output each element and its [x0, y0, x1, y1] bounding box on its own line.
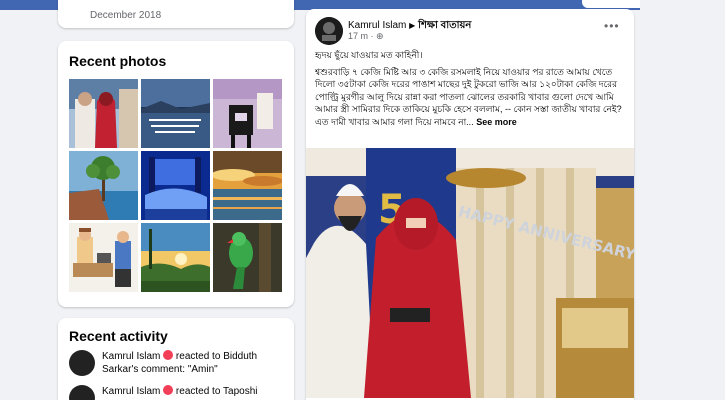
photo-grid	[69, 79, 282, 292]
post-card: Kamrul Islam ▶ শিক্ষা বাতায়ন 17 m · ⊕ •…	[306, 9, 634, 400]
lake-quote-photo[interactable]	[141, 79, 210, 148]
activity-text: Kamrul Islam reacted to Bidduth Sarkar's…	[102, 350, 287, 376]
recent-photos-card: Recent photos	[58, 41, 294, 307]
date-text: December 2018	[90, 10, 162, 21]
post-photo[interactable]: 5 HAPPY ANNIVERSARY	[306, 148, 634, 398]
blue-bed-photo[interactable]	[141, 151, 210, 220]
activity-text: Kamrul Islam reacted to Taposhi	[102, 385, 287, 398]
recent-activity-card: Recent activity Kamrul Islam reacted to …	[58, 318, 294, 400]
post-text: হৃদয় ছুঁয়ে যাওয়ার মত কাহিনী। শ্বশুরবা…	[315, 49, 627, 128]
tree-photo[interactable]	[69, 151, 138, 220]
sunset-valley-photo[interactable]	[141, 223, 210, 292]
recent-photos-title[interactable]: Recent photos	[69, 53, 166, 69]
caret-right-icon: ▶	[409, 21, 416, 30]
avatar[interactable]	[69, 350, 95, 376]
post-author-name[interactable]: Kamrul Islam	[348, 20, 406, 31]
couple-photo[interactable]	[69, 79, 138, 148]
activity-actor[interactable]: Kamrul Islam	[102, 351, 160, 362]
avatar[interactable]	[69, 385, 95, 400]
post-meta: 17 m · ⊕	[348, 31, 384, 42]
activity-target[interactable]: Taposhi	[223, 386, 257, 397]
intro-card: December 2018	[58, 0, 294, 28]
post-time[interactable]: 17 m	[348, 31, 368, 41]
love-reaction-icon	[163, 385, 174, 395]
dot-separator: ·	[370, 31, 374, 41]
activity-action: reacted to	[175, 351, 221, 362]
post-group-name[interactable]: শিক্ষা বাতায়ন	[418, 20, 471, 31]
furniture-photo[interactable]	[213, 79, 282, 148]
recent-activity-title[interactable]: Recent activity	[69, 328, 168, 344]
globe-icon: ⊕	[376, 31, 384, 41]
activity-rest: 's comment: "Amin"	[131, 364, 218, 375]
activity-action: reacted to	[175, 386, 221, 397]
post-text-intro: হৃদয় ছুঁয়ে যাওয়ার মত কাহিনী।	[315, 50, 423, 60]
avatar[interactable]	[315, 17, 343, 45]
activity-actor[interactable]: Kamrul Islam	[102, 386, 160, 397]
parrot-photo[interactable]	[213, 223, 282, 292]
love-reaction-icon	[163, 350, 174, 360]
see-more-link[interactable]: See more	[476, 117, 517, 127]
post-text-body: শ্বশুরবাড়ি ৭ কেজি মিষ্টি আর ৩ কেজি রসমল…	[315, 66, 622, 127]
cartoon-office-photo[interactable]	[69, 223, 138, 292]
sunset-clouds-photo[interactable]	[213, 151, 282, 220]
right-gutter	[640, 0, 725, 400]
more-options-icon[interactable]: •••	[604, 19, 620, 33]
